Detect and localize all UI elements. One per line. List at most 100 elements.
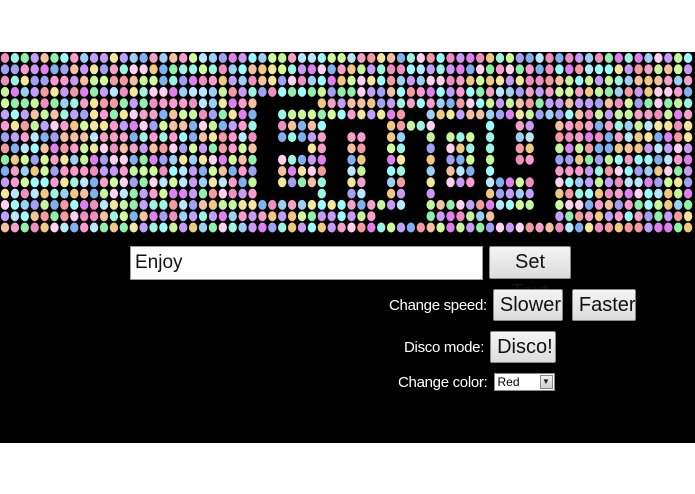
led-dot (634, 222, 643, 233)
led-dot (80, 199, 89, 210)
led-dot (555, 177, 564, 188)
led-dot (99, 64, 109, 75)
led-dot (317, 64, 326, 75)
led-dot (654, 98, 663, 109)
led-dot (40, 120, 49, 131)
set-text-button[interactable]: Set Text (489, 246, 571, 303)
led-dot (515, 132, 524, 143)
led-dot (396, 98, 406, 109)
led-dot (377, 98, 386, 109)
led-dot (278, 211, 287, 222)
led-dot (20, 143, 29, 154)
led-dot (604, 98, 614, 109)
led-dot (337, 86, 346, 97)
led-dot (584, 120, 594, 131)
led-dot (495, 188, 505, 199)
led-dot (50, 109, 59, 120)
led-dot (436, 53, 445, 63)
led-dot (248, 222, 257, 233)
led-dot (20, 132, 29, 143)
slower-button[interactable]: Slower (492, 289, 563, 321)
led-dot (644, 177, 653, 188)
led-dot (198, 166, 208, 176)
led-dot (674, 143, 683, 154)
led-dot (357, 86, 366, 97)
led-dot (278, 177, 287, 188)
led-dot (604, 143, 614, 154)
led-dot (109, 64, 119, 75)
led-dot (377, 75, 386, 86)
led-dot (644, 143, 653, 154)
led-dot (228, 143, 237, 154)
led-dot (624, 109, 633, 120)
led-dot (357, 211, 366, 222)
led-dot (179, 53, 188, 63)
led-dot (327, 222, 336, 233)
led-dot (198, 143, 208, 154)
led-dot (10, 211, 20, 222)
led-dot (466, 222, 475, 233)
led-dot (485, 222, 495, 233)
faster-button[interactable]: Faster (571, 289, 636, 321)
led-dot (80, 109, 89, 120)
led-dot (188, 166, 198, 176)
led-dot (139, 222, 148, 233)
led-dot (159, 222, 168, 233)
led-dot (664, 98, 673, 109)
led-dot (545, 86, 554, 97)
led-dot (20, 109, 29, 120)
led-dot (584, 211, 594, 222)
led-dot (218, 53, 227, 63)
led-dot (654, 143, 663, 154)
led-dot (159, 109, 168, 120)
chevron-down-icon[interactable]: ▼ (539, 375, 553, 389)
led-dot (426, 98, 435, 109)
led-dot (386, 75, 396, 86)
led-dot (188, 86, 198, 97)
led-dot (683, 98, 693, 109)
led-dot (624, 75, 633, 86)
led-dot (347, 177, 356, 188)
color-select[interactable]: Red ▼ (493, 373, 555, 391)
led-dot (426, 154, 435, 165)
led-dot (40, 75, 49, 86)
led-dot (347, 211, 356, 222)
led-dot (525, 98, 534, 109)
led-dot (515, 109, 524, 120)
led-dot (426, 75, 435, 86)
led-dot (456, 109, 465, 120)
led-dot (525, 109, 534, 120)
led-dot (297, 64, 307, 75)
led-dot (594, 177, 604, 188)
led-dot (109, 109, 119, 120)
led-dot (485, 64, 495, 75)
led-dot (149, 53, 158, 63)
led-dot (119, 211, 128, 222)
message-text-input[interactable] (130, 246, 483, 280)
led-dot (317, 132, 326, 143)
led-dot (89, 154, 99, 165)
led-dot (535, 109, 544, 120)
led-dot (416, 86, 425, 97)
led-dot (99, 120, 109, 131)
led-dot (505, 109, 515, 120)
led-dot (287, 53, 297, 63)
led-dot (634, 199, 643, 210)
led-dot (129, 166, 138, 176)
led-dot (238, 222, 247, 233)
led-dot (159, 177, 168, 188)
led-dot (674, 222, 683, 233)
led-dot (40, 132, 49, 143)
led-dot (386, 154, 396, 165)
disco-button[interactable]: Disco! (490, 331, 557, 363)
led-dot (634, 154, 643, 165)
led-dot (169, 166, 178, 176)
led-dot (139, 188, 148, 199)
led-dot (367, 75, 376, 86)
led-dot (20, 188, 29, 199)
led-dot (426, 188, 435, 199)
led-dot (20, 53, 29, 63)
led-dot (555, 109, 564, 120)
led-dot (555, 166, 564, 176)
led-dot (654, 120, 663, 131)
